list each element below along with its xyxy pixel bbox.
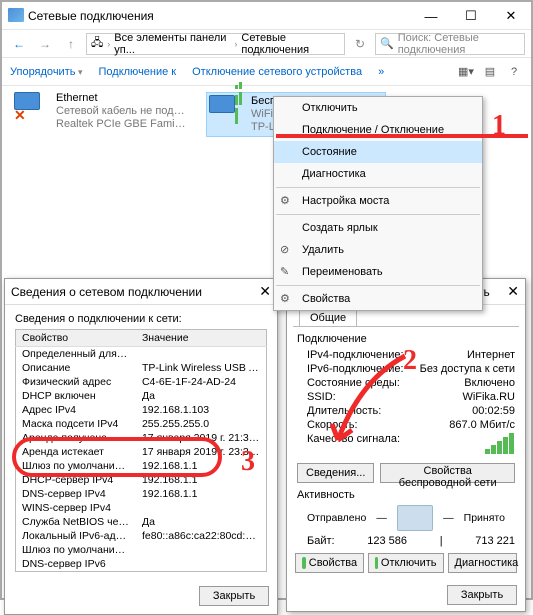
- col-value: Значение: [136, 330, 267, 347]
- shield-icon: [302, 557, 306, 569]
- ctx-rename[interactable]: ✎Переименовать: [274, 261, 482, 283]
- details-button[interactable]: Сведения...: [297, 463, 374, 483]
- table-row: Служба NetBIOS чере...Да: [16, 515, 267, 529]
- annotation-1: 1: [492, 110, 506, 142]
- back-button[interactable]: ←: [8, 33, 30, 55]
- group-connection: Подключение: [297, 333, 515, 345]
- table-row: Адрес IPv4192.168.1.103: [16, 403, 267, 417]
- minimize-button[interactable]: —: [411, 2, 451, 30]
- details-close-btn[interactable]: Закрыть: [199, 586, 269, 606]
- adapter-ethernet[interactable]: ✕ Ethernet Сетевой кабель не подкл... Re…: [14, 92, 194, 137]
- annotation-arrow: [330, 350, 430, 460]
- disable-button[interactable]: Отключить: [368, 553, 443, 573]
- view-list-button[interactable]: ▤: [481, 63, 499, 81]
- bytes-received: 713 221: [475, 535, 515, 547]
- table-row: ОписаниеTP-Link Wireless USB Adapter: [16, 361, 267, 375]
- command-bar: Упорядочить Подключение к Отключение сет…: [2, 58, 531, 86]
- shield-icon: [375, 557, 378, 569]
- refresh-button[interactable]: ↻: [349, 33, 371, 55]
- crumb-control-panel[interactable]: Все элементы панели уп...: [114, 32, 230, 56]
- ctx-diagnostics[interactable]: Диагностика: [274, 163, 482, 185]
- received-label: Принято: [464, 512, 505, 524]
- ctx-shortcut[interactable]: Создать ярлык: [274, 217, 482, 239]
- titlebar: Сетевые подключения — ☐ ✕: [2, 2, 531, 30]
- maximize-button[interactable]: ☐: [451, 2, 491, 30]
- search-placeholder: Поиск: Сетевые подключения: [398, 32, 520, 56]
- connect-to-button[interactable]: Подключение к: [99, 66, 177, 78]
- table-row: Физический адресC4-6E-1F-24-AD-24: [16, 375, 267, 389]
- properties-button[interactable]: Свойства: [295, 553, 364, 573]
- ctx-bridge[interactable]: ⚙Настройка моста: [274, 190, 482, 212]
- ctx-delete[interactable]: ⊘Удалить: [274, 239, 482, 261]
- wireless-icon: [209, 95, 245, 127]
- adapter-name: Ethernet: [56, 92, 186, 105]
- annotation-oval: [12, 437, 222, 477]
- rename-icon: ✎: [280, 265, 294, 279]
- adapter-status: Сетевой кабель не подкл...: [56, 105, 186, 118]
- group-activity: Активность: [297, 489, 515, 501]
- table-row: Маска подсети IPv4255.255.255.0: [16, 417, 267, 431]
- context-menu: Отключить Подключение / Отключение Состо…: [273, 96, 483, 311]
- ethernet-icon: ✕: [14, 92, 50, 124]
- annotation-underline: [276, 134, 528, 138]
- table-row: DNS-сервер IPv6: [16, 557, 267, 572]
- address-bar: ← → ↑ 🖧 › Все элементы панели уп... › Се…: [2, 30, 531, 58]
- up-button[interactable]: ↑: [60, 33, 82, 55]
- table-row: DNS-сервер IPv4192.168.1.1: [16, 487, 267, 501]
- delete-icon: ⊘: [280, 243, 294, 257]
- col-property: Свойство: [16, 330, 136, 347]
- annotation-3: 3: [241, 446, 255, 478]
- signal-bars-icon: [485, 433, 515, 457]
- diagnostics-button[interactable]: Диагностика: [448, 553, 517, 573]
- crumb-network[interactable]: Сетевые подключения: [241, 32, 340, 56]
- overflow-chevron[interactable]: »: [378, 66, 384, 78]
- ctx-properties[interactable]: ⚙Свойства: [274, 288, 482, 310]
- bytes-sent: 123 586: [367, 535, 407, 547]
- table-row: Определенный для по...: [16, 347, 267, 362]
- properties-icon: ⚙: [280, 292, 294, 306]
- details-titlebar: Сведения о сетевом подключении ✕: [5, 279, 277, 305]
- help-button[interactable]: ?: [505, 63, 523, 81]
- wireless-properties-button[interactable]: Свойства беспроводной сети: [380, 463, 515, 483]
- ctx-disable[interactable]: Отключить: [274, 97, 482, 119]
- search-icon: 🔍: [380, 37, 394, 50]
- adapter-device: Realtek PCIe GBE Family C...: [56, 118, 186, 131]
- activity-icon: [397, 505, 433, 531]
- details-title: Сведения о сетевом подключении: [11, 285, 202, 299]
- details-label: Сведения о подключении к сети:: [15, 313, 267, 325]
- ctx-status[interactable]: Состояние: [274, 141, 482, 163]
- status-close-button[interactable]: ✕: [507, 283, 519, 300]
- bridge-icon: ⚙: [280, 194, 294, 208]
- forward-button[interactable]: →: [34, 33, 56, 55]
- tab-general[interactable]: Общие: [299, 309, 357, 326]
- details-close-button[interactable]: ✕: [259, 283, 271, 300]
- window-title: Сетевые подключения: [28, 9, 154, 23]
- bytes-label: Байт:: [307, 535, 335, 547]
- table-row: DHCP включенДа: [16, 389, 267, 403]
- disable-device-button[interactable]: Отключение сетевого устройства: [192, 66, 362, 78]
- breadcrumb[interactable]: 🖧 › Все элементы панели уп... › Сетевые …: [86, 33, 345, 55]
- close-button[interactable]: ✕: [491, 2, 531, 30]
- status-close-btn[interactable]: Закрыть: [447, 585, 517, 605]
- sent-label: Отправлено: [307, 512, 366, 524]
- folder-icon: 🖧: [91, 34, 103, 53]
- table-row: Локальный IPv6-адрес...fe80::a86c:ca22:8…: [16, 529, 267, 543]
- table-row: Шлюз по умолчанию IP...: [16, 543, 267, 557]
- table-row: WINS-сервер IPv4: [16, 501, 267, 515]
- organize-menu[interactable]: Упорядочить: [10, 66, 83, 78]
- view-icons-button[interactable]: ▦▾: [457, 63, 475, 81]
- search-input[interactable]: 🔍 Поиск: Сетевые подключения: [375, 33, 525, 55]
